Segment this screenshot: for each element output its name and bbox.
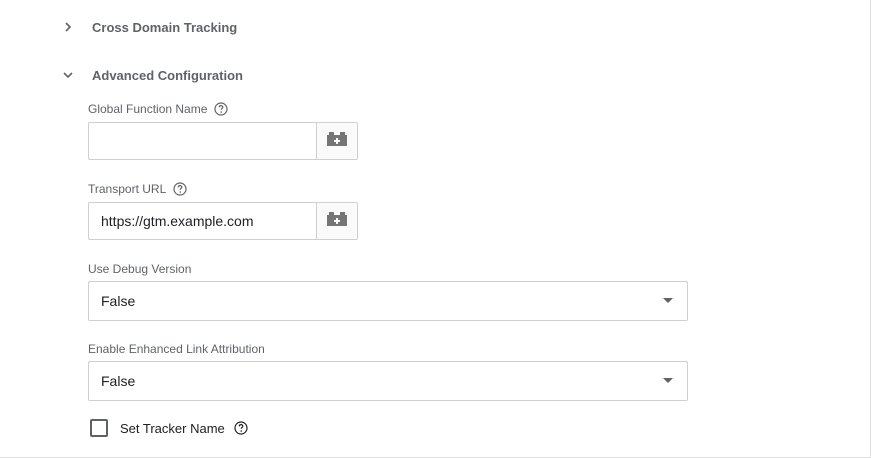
dropdown-arrow-icon <box>663 378 673 383</box>
variable-picker-button[interactable] <box>316 123 357 159</box>
enhanced-link-attribution-select[interactable]: False <box>88 361 688 401</box>
selected-value: False <box>101 293 136 309</box>
help-circle-icon[interactable] <box>233 420 249 436</box>
variable-picker-button[interactable] <box>316 203 357 239</box>
transport-url-input[interactable] <box>89 203 316 239</box>
global-function-name-input[interactable] <box>89 123 316 159</box>
chevron-right-icon <box>56 15 80 39</box>
tag-configuration-panel: Cross Domain Tracking Advanced Configura… <box>0 0 871 458</box>
help-circle-icon[interactable] <box>172 181 188 197</box>
section-title: Advanced Configuration <box>92 67 243 83</box>
variable-brick-icon <box>326 211 348 232</box>
transport-url-field <box>88 202 358 240</box>
field-label-text: Global Function Name <box>88 102 208 116</box>
field-label-text: Use Debug Version <box>88 262 192 276</box>
selected-value: False <box>101 373 136 389</box>
use-debug-version-select[interactable]: False <box>88 281 688 321</box>
help-circle-icon[interactable] <box>213 101 229 117</box>
checkbox-label[interactable]: Set Tracker Name <box>120 421 225 436</box>
set-tracker-name-checkbox[interactable] <box>90 419 108 437</box>
field-label-text: Enable Enhanced Link Attribution <box>88 342 265 356</box>
transport-url-label: Transport URL <box>88 181 188 197</box>
dropdown-arrow-icon <box>663 298 673 303</box>
field-label-text: Transport URL <box>88 182 167 196</box>
global-function-name-field <box>88 122 358 160</box>
cross-domain-tracking-header[interactable]: Cross Domain Tracking <box>56 15 237 39</box>
variable-brick-icon <box>326 131 348 152</box>
global-function-name-label: Global Function Name <box>88 101 229 117</box>
use-debug-version-label: Use Debug Version <box>88 261 191 277</box>
set-tracker-name-row: Set Tracker Name <box>90 419 249 437</box>
advanced-configuration-header[interactable]: Advanced Configuration <box>56 63 243 87</box>
section-title: Cross Domain Tracking <box>92 19 238 35</box>
enhanced-link-attribution-label: Enable Enhanced Link Attribution <box>88 341 265 357</box>
chevron-down-icon <box>56 63 80 87</box>
